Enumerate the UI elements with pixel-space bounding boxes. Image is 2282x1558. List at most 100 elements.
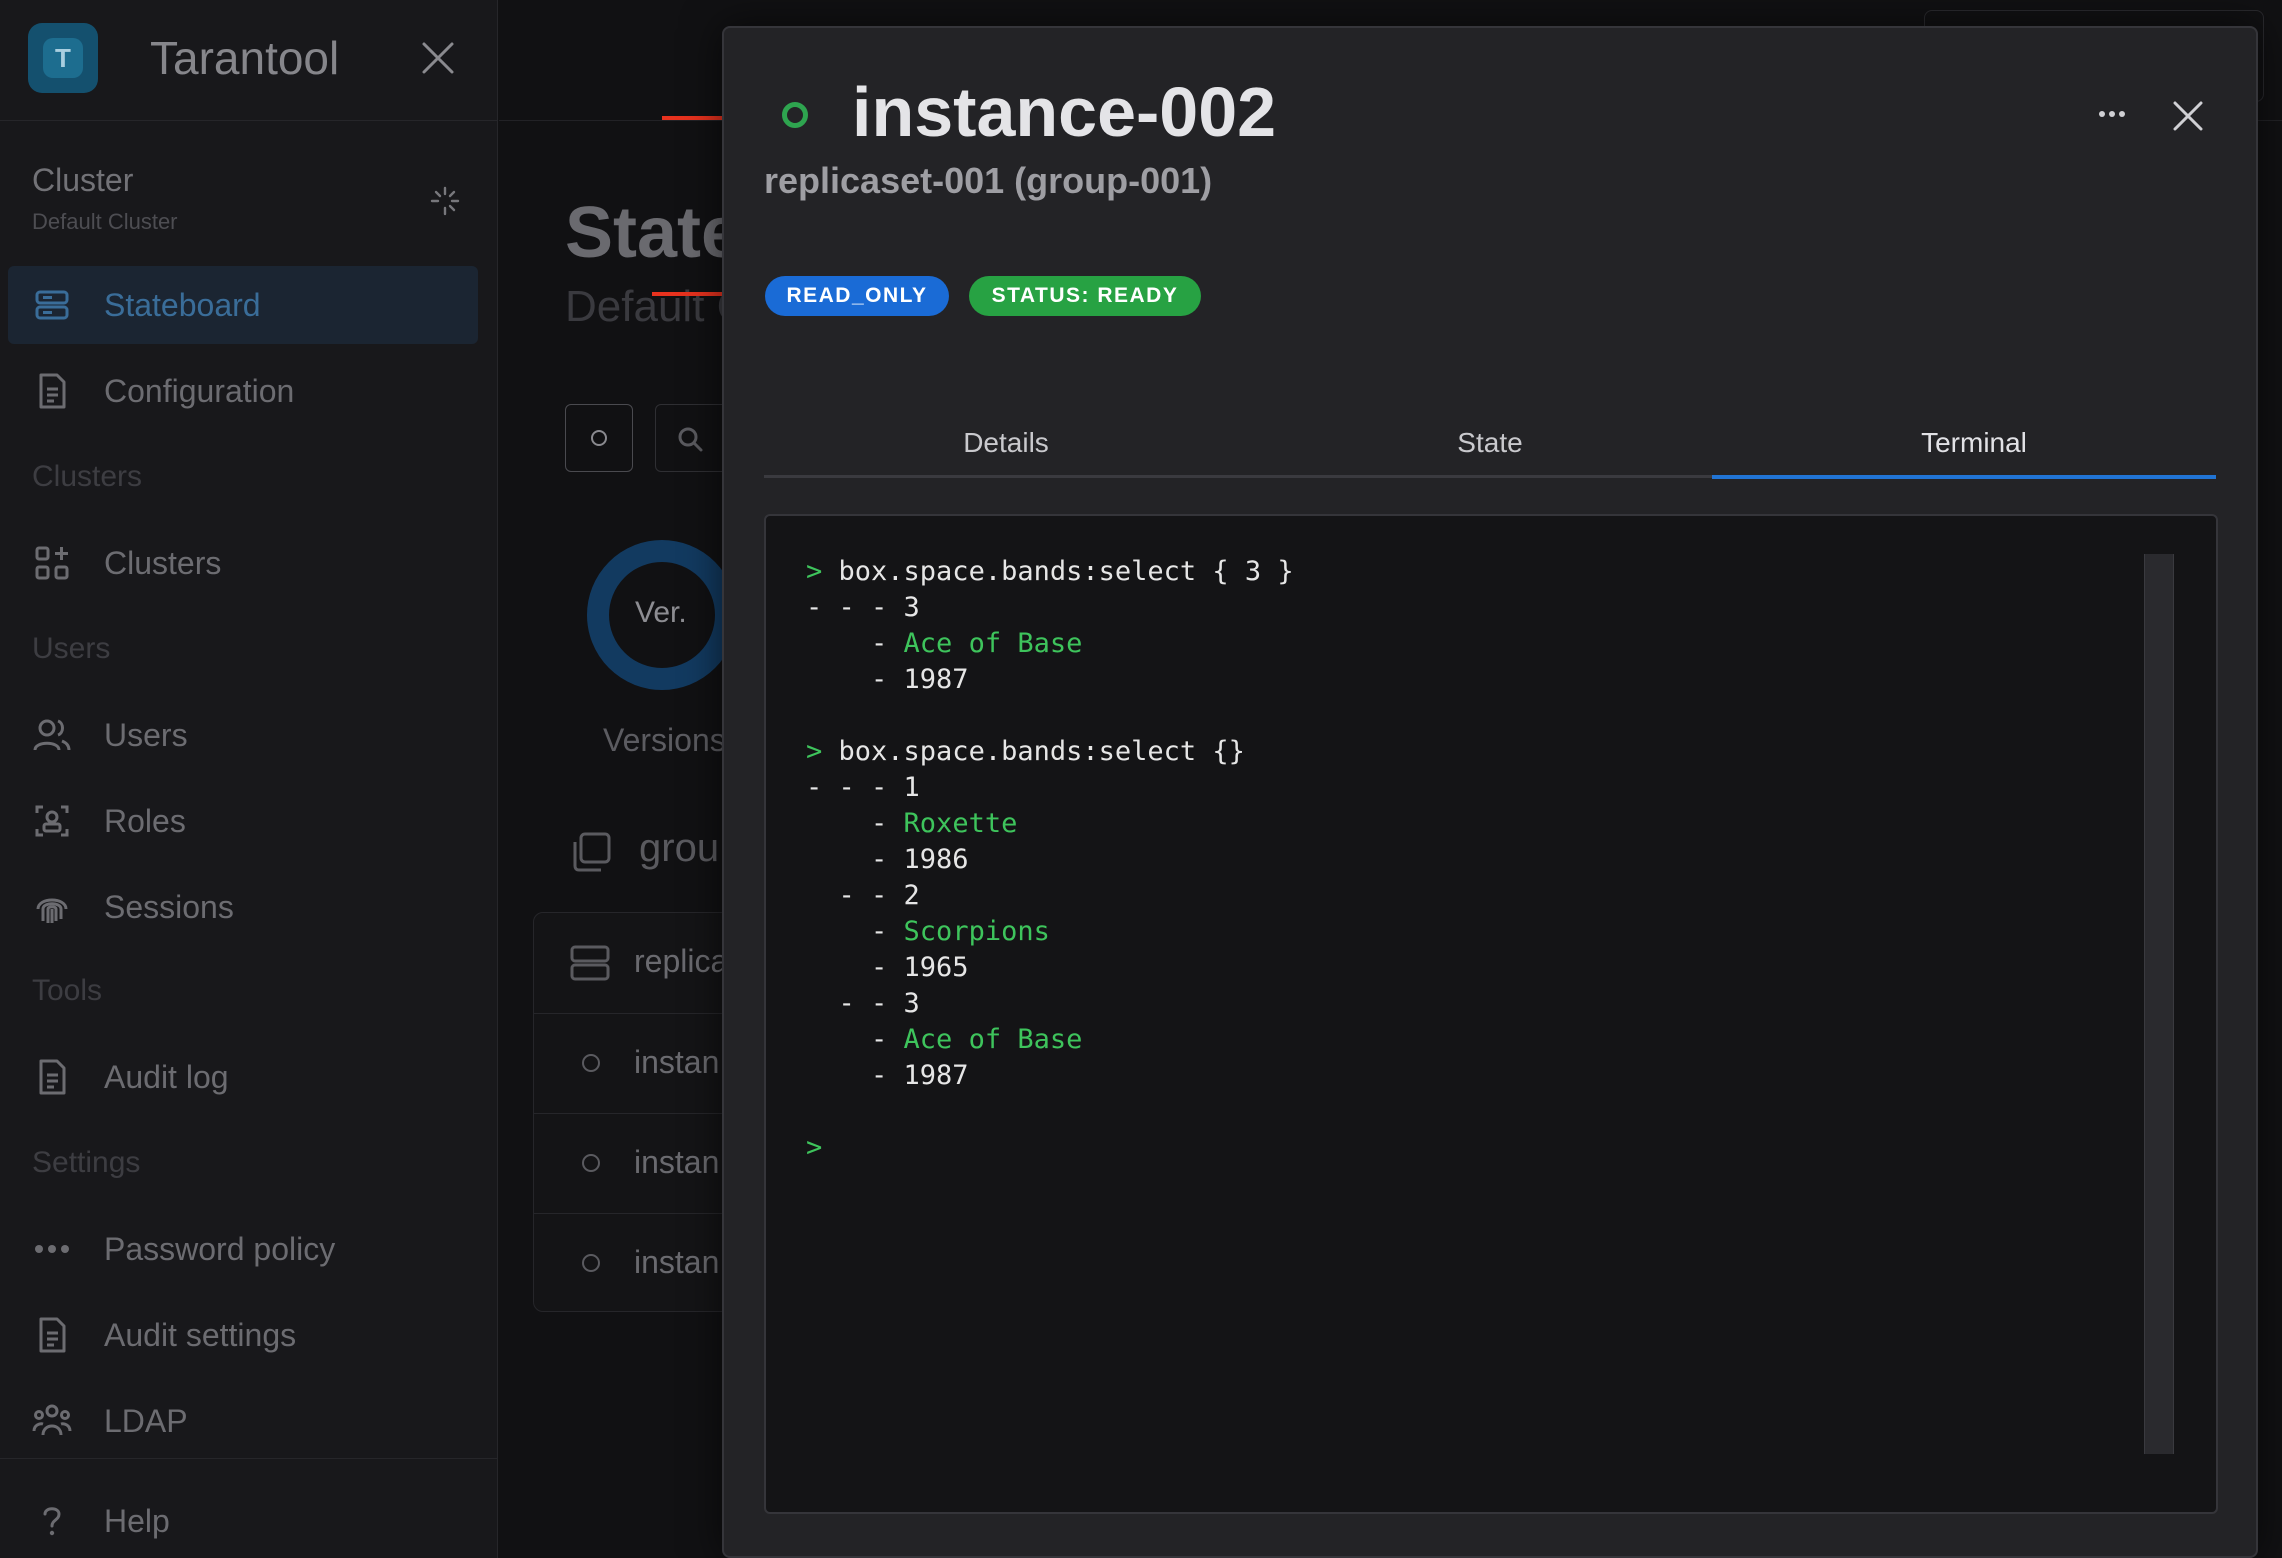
sidebar-item-label: Stateboard — [104, 286, 261, 323]
nav-section-users: Users — [32, 632, 111, 665]
nav-section-clusters: Clusters — [32, 460, 143, 493]
terminal-console[interactable]: > box.space.bands:select { 3 } - - - 3 - … — [764, 514, 2218, 1514]
status-circle-icon — [782, 102, 808, 128]
sidebar-item-audit-log[interactable]: Audit log — [8, 1038, 478, 1116]
terminal-text: - — [806, 1024, 904, 1055]
help-icon — [43, 1507, 61, 1536]
page-title: State — [565, 193, 742, 273]
filter-button[interactable] — [565, 404, 633, 472]
users-icon — [33, 719, 71, 751]
terminal-line: - - - 3 — [806, 590, 1294, 626]
sidebar-divider — [0, 1458, 498, 1459]
terminal-text: - - - 1 — [806, 772, 920, 803]
sidebar-item-label: Password policy — [104, 1230, 336, 1267]
instance-title: instance-002 — [852, 73, 1277, 151]
terminal-string-value: Ace of Base — [903, 1024, 1083, 1055]
document-icon — [39, 1317, 66, 1353]
instance-tabs: Details State Terminal — [764, 408, 2216, 479]
sidebar-item-help[interactable]: Help — [8, 1482, 478, 1558]
tab-terminal[interactable]: Terminal — [1732, 408, 2216, 478]
terminal-line: - 1987 — [806, 662, 1294, 698]
terminal-text: - — [806, 628, 904, 659]
row-label: instan — [634, 1044, 720, 1080]
terminal-text: - 1987 — [806, 664, 969, 695]
app-window: T Tarantool Cluster Default Cluster Stat… — [0, 0, 2282, 1558]
search-icon — [678, 427, 703, 452]
active-tab-indicator — [1712, 475, 2216, 479]
replicaset-subtitle: replicaset-001 (group-001) — [764, 160, 1213, 201]
server-icon — [35, 290, 69, 320]
sidebar-item-label: Sessions — [104, 888, 234, 925]
terminal-prompt: > — [806, 736, 823, 767]
terminal-line: - 1987 — [806, 1058, 1294, 1094]
sidebar-item-roles[interactable]: Roles — [8, 782, 478, 860]
terminal-prompt: > — [806, 1132, 823, 1163]
sidebar-item-label: Clusters — [104, 544, 222, 581]
terminal-line: - 1965 — [806, 950, 1294, 986]
copy-icon — [573, 832, 611, 872]
sidebar-item-clusters[interactable]: Clusters — [8, 524, 478, 602]
terminal-line: - Ace of Base — [806, 626, 1294, 662]
terminal-line: > — [806, 1130, 1294, 1166]
read-only-badge: READ_ONLY — [765, 276, 949, 316]
group-icon — [32, 1404, 72, 1436]
tab-details[interactable]: Details — [764, 408, 1248, 478]
cluster-subtitle: Default Cluster — [32, 209, 178, 234]
widgets-icon — [35, 546, 69, 580]
status-icon — [582, 1254, 600, 1272]
terminal-text: box.space.bands:select {} — [822, 736, 1245, 767]
brand: T Tarantool — [28, 22, 339, 94]
terminal-line: > box.space.bands:select { 3 } — [806, 554, 1294, 590]
sidebar-divider — [0, 120, 498, 121]
close-icon[interactable] — [2170, 98, 2206, 134]
circle-icon — [591, 430, 607, 446]
loading-spinner-icon — [430, 186, 460, 216]
document-icon — [39, 1059, 66, 1095]
terminal-text: - - 2 — [806, 880, 920, 911]
sidebar-item-label: LDAP — [104, 1402, 188, 1439]
more-options-icon[interactable] — [2088, 90, 2136, 138]
terminal-text: - - - 3 — [806, 592, 920, 623]
status-icon — [582, 1154, 600, 1172]
tab-state[interactable]: State — [1248, 408, 1732, 478]
document-icon — [39, 373, 66, 409]
sidebar-item-password-policy[interactable]: Password policy — [8, 1210, 478, 1288]
terminal-line: - - 2 — [806, 878, 1294, 914]
terminal-text: - 1986 — [806, 844, 969, 875]
sidebar-item-sessions[interactable]: Sessions — [8, 868, 478, 946]
server-icon — [570, 945, 610, 981]
cluster-title: Cluster — [32, 162, 134, 198]
row-label: replica — [634, 943, 729, 979]
row-label: instan — [634, 1144, 720, 1180]
sidebar-item-audit-settings[interactable]: Audit settings — [8, 1296, 478, 1374]
brand-name: Tarantool — [150, 32, 340, 84]
nav-section-settings: Settings — [32, 1146, 141, 1179]
terminal-line: - 1986 — [806, 842, 1294, 878]
terminal-text: - — [806, 916, 904, 947]
status-badge: STATUS: READY — [969, 276, 1201, 316]
sidebar-item-configuration[interactable]: Configuration — [8, 352, 478, 430]
sidebar-item-label: Users — [104, 716, 188, 753]
nav-section-tools: Tools — [32, 974, 103, 1007]
sidebar-item-ldap[interactable]: LDAP — [8, 1382, 478, 1460]
terminal-text: - 1987 — [806, 1060, 969, 1091]
donut-label: Ver. — [635, 596, 687, 629]
terminal-scrollbar[interactable] — [2144, 554, 2174, 1454]
terminal-text: - - 3 — [806, 988, 920, 1019]
terminal-prompt: > — [806, 556, 823, 587]
sidebar-item-users[interactable]: Users — [8, 696, 478, 774]
terminal-text: box.space.bands:select { 3 } — [822, 556, 1294, 587]
sidebar-item-label: Configuration — [104, 372, 295, 409]
terminal-line: - - 3 — [806, 986, 1294, 1022]
sidebar: T Tarantool Cluster Default Cluster Stat… — [0, 0, 498, 1558]
terminal-line: - Roxette — [806, 806, 1294, 842]
close-sidebar-icon[interactable] — [418, 38, 458, 78]
tarantool-logo: T — [28, 23, 98, 93]
status-icon — [582, 1054, 600, 1072]
password-dots-icon — [35, 1245, 69, 1253]
cluster-selector[interactable]: Cluster Default Cluster — [32, 162, 462, 244]
terminal-text: - — [806, 808, 904, 839]
terminal-string-value: Ace of Base — [903, 628, 1083, 659]
role-badge-icon — [35, 805, 69, 837]
sidebar-item-stateboard[interactable]: Stateboard — [8, 266, 478, 344]
